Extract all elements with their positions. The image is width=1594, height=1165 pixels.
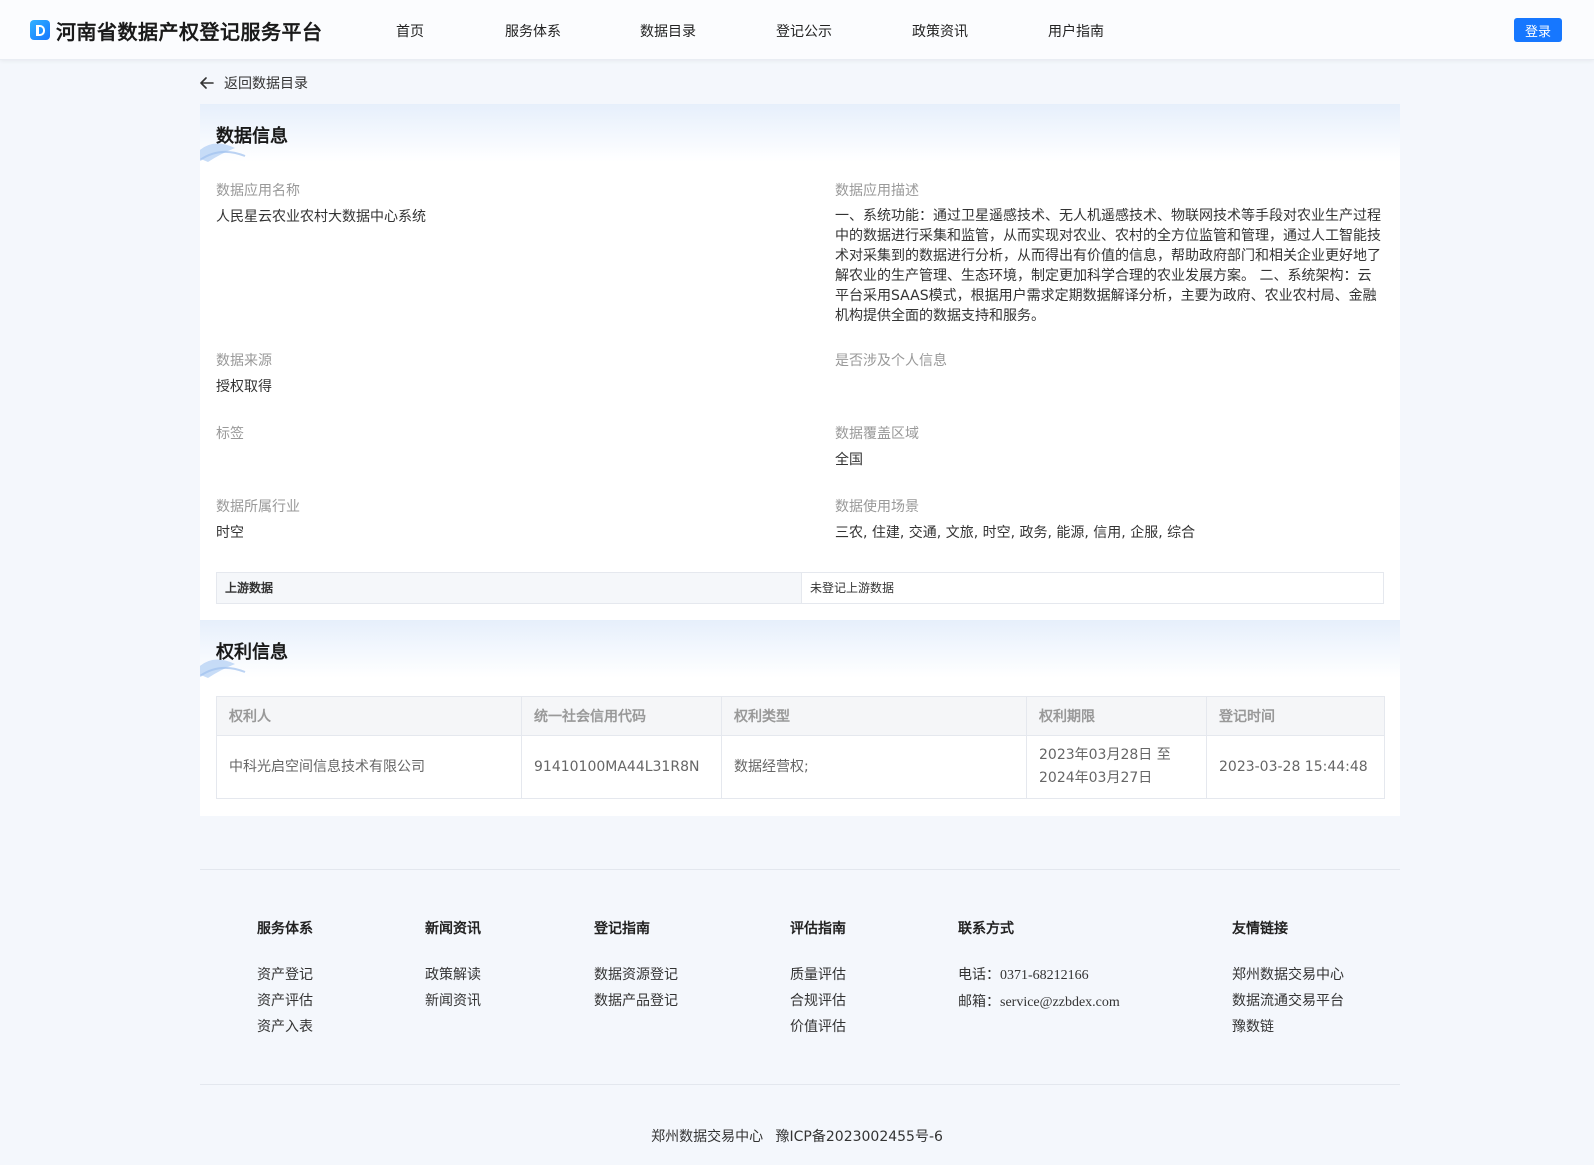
personal-info-label: 是否涉及个人信息 xyxy=(835,353,947,369)
upstream-data-label: 上游数据 xyxy=(217,573,802,603)
app-name-value: 人民星云农业农村大数据中心系统 xyxy=(216,209,426,225)
phone-value: 0371-68212166 xyxy=(1000,968,1089,983)
col-reg-time: 登记时间 xyxy=(1206,696,1385,736)
scenario-label: 数据使用场景 xyxy=(835,499,919,515)
col-period: 权利期限 xyxy=(1026,696,1207,736)
footer-email: 邮箱：service@zzbdex.com xyxy=(958,989,1120,1016)
nav-service-system[interactable]: 服务体系 xyxy=(505,21,561,41)
table-row: 中科光启空间信息技术有限公司 91410100MA44L31R8N 数据经营权;… xyxy=(216,735,1385,799)
footer-link-product-reg[interactable]: 数据产品登记 xyxy=(594,988,678,1014)
footer-news-title: 新闻资讯 xyxy=(425,921,481,937)
holder-cell: 中科光启空间信息技术有限公司 xyxy=(216,735,522,799)
footer-eval-guide-title: 评估指南 xyxy=(790,921,846,937)
copyright: 郑州数据交易中心 豫ICP备2023002455号-6 xyxy=(0,1126,1594,1146)
footer-col-reg-guide: 登记指南 数据资源登记 数据产品登记 xyxy=(594,918,678,1014)
rights-table-header: 权利人 统一社会信用代码 权利类型 权利期限 登记时间 xyxy=(216,696,1385,736)
coverage-value: 全国 xyxy=(835,452,863,468)
footer-link-value-eval[interactable]: 价值评估 xyxy=(790,1014,846,1040)
col-holder: 权利人 xyxy=(216,696,522,736)
footer-divider-top xyxy=(200,869,1400,870)
back-label: 返回数据目录 xyxy=(224,76,308,92)
reg-time-cell: 2023-03-28 15:44:48 xyxy=(1206,735,1385,799)
login-button[interactable]: 登录 xyxy=(1514,18,1562,42)
phone-label: 电话： xyxy=(958,967,1000,983)
top-navbar: 河南省数据产权登记服务平台 首页 服务体系 数据目录 登记公示 政策资讯 用户指… xyxy=(0,0,1594,60)
rights-table: 权利人 统一社会信用代码 权利类型 权利期限 登记时间 中科光启空间信息技术有限… xyxy=(216,696,1385,799)
footer-col-news: 新闻资讯 政策解读 新闻资讯 xyxy=(425,918,481,1014)
tags-label: 标签 xyxy=(216,426,244,442)
upstream-data-table: 上游数据 未登记上游数据 xyxy=(216,572,1384,604)
period-end: 2024年03月27日 xyxy=(1039,770,1153,786)
footer-link-compliance-eval[interactable]: 合规评估 xyxy=(790,988,846,1014)
nav-user-guide[interactable]: 用户指南 xyxy=(1048,21,1104,41)
period-cell: 2023年03月28日 至 2024年03月27日 xyxy=(1026,735,1207,799)
footer-link-asset-reg[interactable]: 资产登记 xyxy=(257,962,313,988)
footer-link-yushulian[interactable]: 豫数链 xyxy=(1232,1014,1344,1040)
footer-friends-title: 友情链接 xyxy=(1232,921,1288,937)
nav-data-catalog[interactable]: 数据目录 xyxy=(640,21,696,41)
email-label: 邮箱： xyxy=(958,994,1000,1010)
back-to-catalog-link[interactable]: 返回数据目录 xyxy=(200,73,308,93)
platform-logo-icon xyxy=(30,20,50,40)
footer-service-title: 服务体系 xyxy=(257,921,313,937)
scenario-value: 三农, 住建, 交通, 文旅, 时空, 政务, 能源, 信用, 企服, 综合 xyxy=(835,525,1196,541)
footer-reg-guide-title: 登记指南 xyxy=(594,921,650,937)
industry-label: 数据所属行业 xyxy=(216,499,300,515)
col-right-type: 权利类型 xyxy=(721,696,1027,736)
nav-registration-notice[interactable]: 登记公示 xyxy=(776,21,832,41)
footer-link-news[interactable]: 新闻资讯 xyxy=(425,988,481,1014)
footer-link-resource-reg[interactable]: 数据资源登记 xyxy=(594,962,678,988)
app-desc-label: 数据应用描述 xyxy=(835,183,919,199)
nav-home[interactable]: 首页 xyxy=(396,21,424,41)
footer-phone: 电话：0371-68212166 xyxy=(958,962,1120,989)
footer-link-asset-eval[interactable]: 资产评估 xyxy=(257,988,313,1014)
rights-info-title: 权利信息 xyxy=(216,642,288,663)
col-credit-code: 统一社会信用代码 xyxy=(521,696,722,736)
nav-policy-news[interactable]: 政策资讯 xyxy=(912,21,968,41)
footer-icp[interactable]: 豫ICP备2023002455号-6 xyxy=(776,1129,943,1145)
footer-link-quality-eval[interactable]: 质量评估 xyxy=(790,962,846,988)
arrow-left-icon xyxy=(200,77,214,89)
footer-col-eval-guide: 评估指南 质量评估 合规评估 价值评估 xyxy=(790,918,846,1040)
footer-link-policy[interactable]: 政策解读 xyxy=(425,962,481,988)
data-info-card: 数据信息 数据应用名称 人民星云农业农村大数据中心系统 数据应用描述 一、系统功… xyxy=(200,104,1400,620)
rights-info-header: 权利信息 xyxy=(200,620,1400,678)
footer-divider-bottom xyxy=(200,1084,1400,1085)
footer-org: 郑州数据交易中心 xyxy=(651,1129,764,1145)
app-name-label: 数据应用名称 xyxy=(216,183,300,199)
coverage-label: 数据覆盖区域 xyxy=(835,426,919,442)
source-value: 授权取得 xyxy=(216,379,272,395)
footer-contact-title: 联系方式 xyxy=(958,921,1014,937)
credit-code-cell: 91410100MA44L31R8N xyxy=(521,735,722,799)
footer-link-asset-books[interactable]: 资产入表 xyxy=(257,1014,313,1040)
app-desc-value: 一、系统功能：通过卫星遥感技术、无人机遥感技术、物联网技术等手段对农业生产过程中… xyxy=(835,208,1381,324)
period-start: 2023年03月28日 至 xyxy=(1039,747,1171,763)
brand[interactable]: 河南省数据产权登记服务平台 xyxy=(30,17,323,44)
data-info-header: 数据信息 xyxy=(200,104,1400,162)
right-type-cell: 数据经营权; xyxy=(721,735,1027,799)
footer-col-friends: 友情链接 郑州数据交易中心 数据流通交易平台 豫数链 xyxy=(1232,918,1344,1040)
email-value[interactable]: service@zzbdex.com xyxy=(1000,995,1120,1010)
footer-col-service: 服务体系 资产登记 资产评估 资产入表 xyxy=(257,918,313,1040)
footer-col-contact: 联系方式 电话：0371-68212166 邮箱：service@zzbdex.… xyxy=(958,918,1120,1016)
industry-value: 时空 xyxy=(216,525,244,541)
data-info-title: 数据信息 xyxy=(216,126,288,147)
rights-info-card: 权利信息 权利人 统一社会信用代码 权利类型 权利期限 登记时间 中科光启空间信… xyxy=(200,620,1400,816)
source-label: 数据来源 xyxy=(216,353,272,369)
platform-title: 河南省数据产权登记服务平台 xyxy=(56,19,323,44)
footer-link-zz-data-exchange[interactable]: 郑州数据交易中心 xyxy=(1232,962,1344,988)
upstream-data-value: 未登记上游数据 xyxy=(810,581,895,595)
footer-link-data-trade-platform[interactable]: 数据流通交易平台 xyxy=(1232,988,1344,1014)
